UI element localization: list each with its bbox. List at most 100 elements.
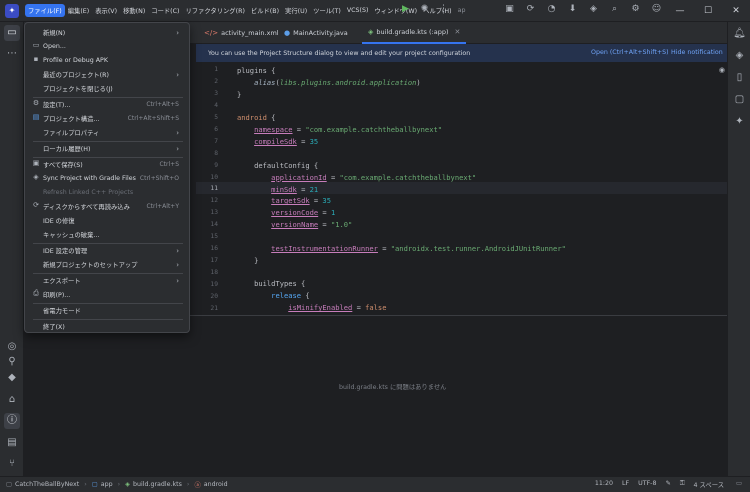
running-devices-icon[interactable]: ▢: [732, 92, 747, 107]
edit-config-icon[interactable]: ✎: [665, 480, 670, 489]
problems-icon[interactable]: ⓘ: [4, 413, 20, 429]
menu-item-project-structure[interactable]: ▤ プロジェクト構造... Ctrl+Alt+Shift+S: [28, 112, 186, 125]
menu-file[interactable]: ファイル(F): [25, 4, 65, 17]
breadcrumb-block[interactable]: android: [204, 481, 228, 488]
debug-icon[interactable]: ✺: [419, 4, 430, 15]
breadcrumb-project[interactable]: CatchTheBallByNext: [15, 481, 79, 488]
code-line[interactable]: }: [237, 256, 258, 265]
code-line[interactable]: release {: [237, 291, 309, 300]
code-line[interactable]: defaultConfig {: [237, 161, 318, 170]
hide-notification-link[interactable]: Hide notification: [671, 49, 723, 56]
close-tab-icon[interactable]: ✕: [454, 28, 460, 36]
menu-item-save-all[interactable]: ▣ すべて保存(S) Ctrl+S: [28, 158, 186, 171]
menu-item-new[interactable]: 新規(N) ›: [28, 26, 186, 39]
menu-item-exit[interactable]: 終了(X): [28, 320, 186, 333]
search-icon[interactable]: ⌕: [609, 4, 620, 15]
notifications-icon[interactable]: 🔔︎: [732, 26, 747, 41]
tab-main-activity-java[interactable]: ● MainActivity.java: [278, 22, 354, 44]
caret-position[interactable]: 11:20: [595, 480, 613, 489]
code-line[interactable]: minSdk = 21: [237, 185, 318, 194]
code-line[interactable]: applicationId = "com.example.catchthebal…: [237, 173, 476, 182]
code-line[interactable]: buildTypes {: [237, 279, 305, 288]
open-project-structure-link[interactable]: Open (Ctrl+Alt+Shift+S): [591, 49, 669, 56]
code-line[interactable]: compileSdk = 35: [237, 137, 318, 146]
tab-build-gradle-kts[interactable]: ◈ build.gradle.kts (:app) ✕: [362, 22, 467, 44]
shortcut-label: Ctrl+S: [159, 161, 179, 168]
menu-item-reload-from-disk[interactable]: ⟳ ディスクからすべて再読み込み Ctrl+Alt+Y: [28, 200, 186, 213]
code-line[interactable]: }: [237, 90, 241, 99]
tab-activity-main-xml[interactable]: </> activity_main.xml: [198, 22, 285, 44]
git-icon[interactable]: ⑂: [4, 456, 20, 472]
menu-item-recent-projects[interactable]: 最近のプロジェクト(R) ›: [28, 68, 186, 81]
menu-item-open[interactable]: ▭ Open...: [28, 40, 186, 53]
lock-icon[interactable]: ⚿: [680, 480, 685, 489]
menu-navigate[interactable]: 移動(N): [120, 4, 148, 17]
sdk-manager-icon[interactable]: ⬇: [567, 4, 578, 15]
code-line[interactable]: plugins {: [237, 66, 275, 75]
project-folder-icon[interactable]: ▭: [4, 25, 20, 41]
menu-item-export[interactable]: エクスポート ›: [28, 274, 186, 287]
code-editor[interactable]: 1 2 3 4 5 6 7 8 9 10 11 12 13 14 15 16 1…: [196, 62, 727, 315]
line-ending[interactable]: LF: [622, 480, 629, 489]
run-icon[interactable]: ▶: [400, 4, 411, 15]
run-config-selector[interactable]: ap: [455, 5, 469, 16]
minimize-button[interactable]: —: [666, 0, 694, 22]
logcat-icon[interactable]: ◎: [4, 339, 20, 355]
code-line[interactable]: isMinifyEnabled = false: [237, 303, 386, 312]
android-studio-logo-icon[interactable]: ✦: [5, 3, 19, 18]
code-token: "com.example.catchtheballbynext": [339, 172, 477, 182]
profiler-icon[interactable]: ◔: [546, 4, 557, 15]
more-icon[interactable]: ⋮: [438, 4, 449, 15]
menu-item-file-properties[interactable]: ファイルプロパティ ›: [28, 126, 186, 139]
code-token: applicationId: [271, 172, 327, 182]
account-icon[interactable]: ☺: [651, 4, 662, 15]
device-file-explorer-icon[interactable]: ▯: [732, 70, 747, 85]
breadcrumb-file[interactable]: build.gradle.kts: [133, 481, 182, 488]
menu-item-new-project-setup[interactable]: 新規プロジェクトのセットアップ ›: [28, 258, 186, 271]
menu-item-local-history[interactable]: ローカル履歴(H) ›: [28, 142, 186, 155]
maximize-button[interactable]: ☐: [694, 0, 722, 22]
close-button[interactable]: ✕: [722, 0, 750, 22]
code-line[interactable]: versionName = "1.0": [237, 220, 352, 229]
menu-code[interactable]: コード(C): [148, 4, 182, 17]
indent-setting[interactable]: 4 スペース: [694, 480, 724, 489]
menu-build[interactable]: ビルド(B): [248, 4, 282, 17]
menu-item-profile-debug-apk[interactable]: ▪ Profile or Debug APK: [28, 54, 186, 67]
menu-vcs[interactable]: VCS(S): [344, 5, 372, 16]
pin-icon[interactable]: ⚲: [4, 354, 20, 370]
gear-icon[interactable]: ⚙: [630, 4, 641, 15]
menu-run[interactable]: 実行(U): [282, 4, 310, 17]
build-icon[interactable]: ⌂: [4, 392, 20, 408]
code-line[interactable]: namespace = "com.example.catchtheballbyn…: [237, 125, 442, 134]
more-tools-icon[interactable]: ⋯: [4, 46, 20, 62]
menu-item-invalidate-caches[interactable]: キャッシュの破棄...: [28, 228, 186, 241]
menu-item-settings[interactable]: ⚙ 設定(T)... Ctrl+Alt+S: [28, 98, 186, 111]
memory-indicator-icon[interactable]: ▭: [736, 480, 742, 487]
code-line[interactable]: versionCode = 1: [237, 208, 335, 217]
device-manager-icon[interactable]: ▣: [504, 4, 515, 15]
menu-item-manage-ide-settings[interactable]: IDE 設定の管理 ›: [28, 244, 186, 257]
menu-item-close-project[interactable]: プロジェクトを閉じる(J): [28, 82, 186, 95]
gradle-elephant-icon[interactable]: ◈: [588, 4, 599, 15]
code-line[interactable]: targetSdk = 35: [237, 196, 331, 205]
code-line[interactable]: testInstrumentationRunner = "androidx.te…: [237, 244, 566, 253]
menu-item-print[interactable]: ⎙ 印刷(P)...: [28, 288, 186, 301]
line-number: 16: [210, 245, 218, 252]
code-line[interactable]: alias(libs.plugins.android.application): [237, 78, 421, 87]
menu-refactor[interactable]: リファクタリング(R): [182, 4, 247, 17]
gradle-icon[interactable]: ◈: [732, 48, 747, 63]
menu-edit[interactable]: 編集(E): [65, 4, 93, 17]
gemini-icon[interactable]: ◆: [4, 370, 20, 386]
menu-tools[interactable]: ツール(T): [310, 4, 344, 17]
reader-mode-eye-icon[interactable]: ◉: [719, 66, 725, 74]
gemini-sparkle-icon[interactable]: ✦: [732, 114, 747, 129]
menu-item-sync-gradle[interactable]: ◈ Sync Project with Gradle Files Ctrl+Sh…: [28, 172, 186, 185]
menu-item-repair-ide[interactable]: IDE の修復: [28, 214, 186, 227]
menu-item-power-save-mode[interactable]: 省電力モード: [28, 304, 186, 317]
sync-icon[interactable]: ⟳: [525, 4, 536, 15]
breadcrumb-module[interactable]: app: [101, 481, 113, 488]
file-encoding[interactable]: UTF-8: [638, 480, 656, 489]
menu-view[interactable]: 表示(V): [92, 4, 120, 17]
terminal-icon[interactable]: ▤: [4, 435, 20, 451]
code-line[interactable]: android {: [237, 113, 275, 122]
